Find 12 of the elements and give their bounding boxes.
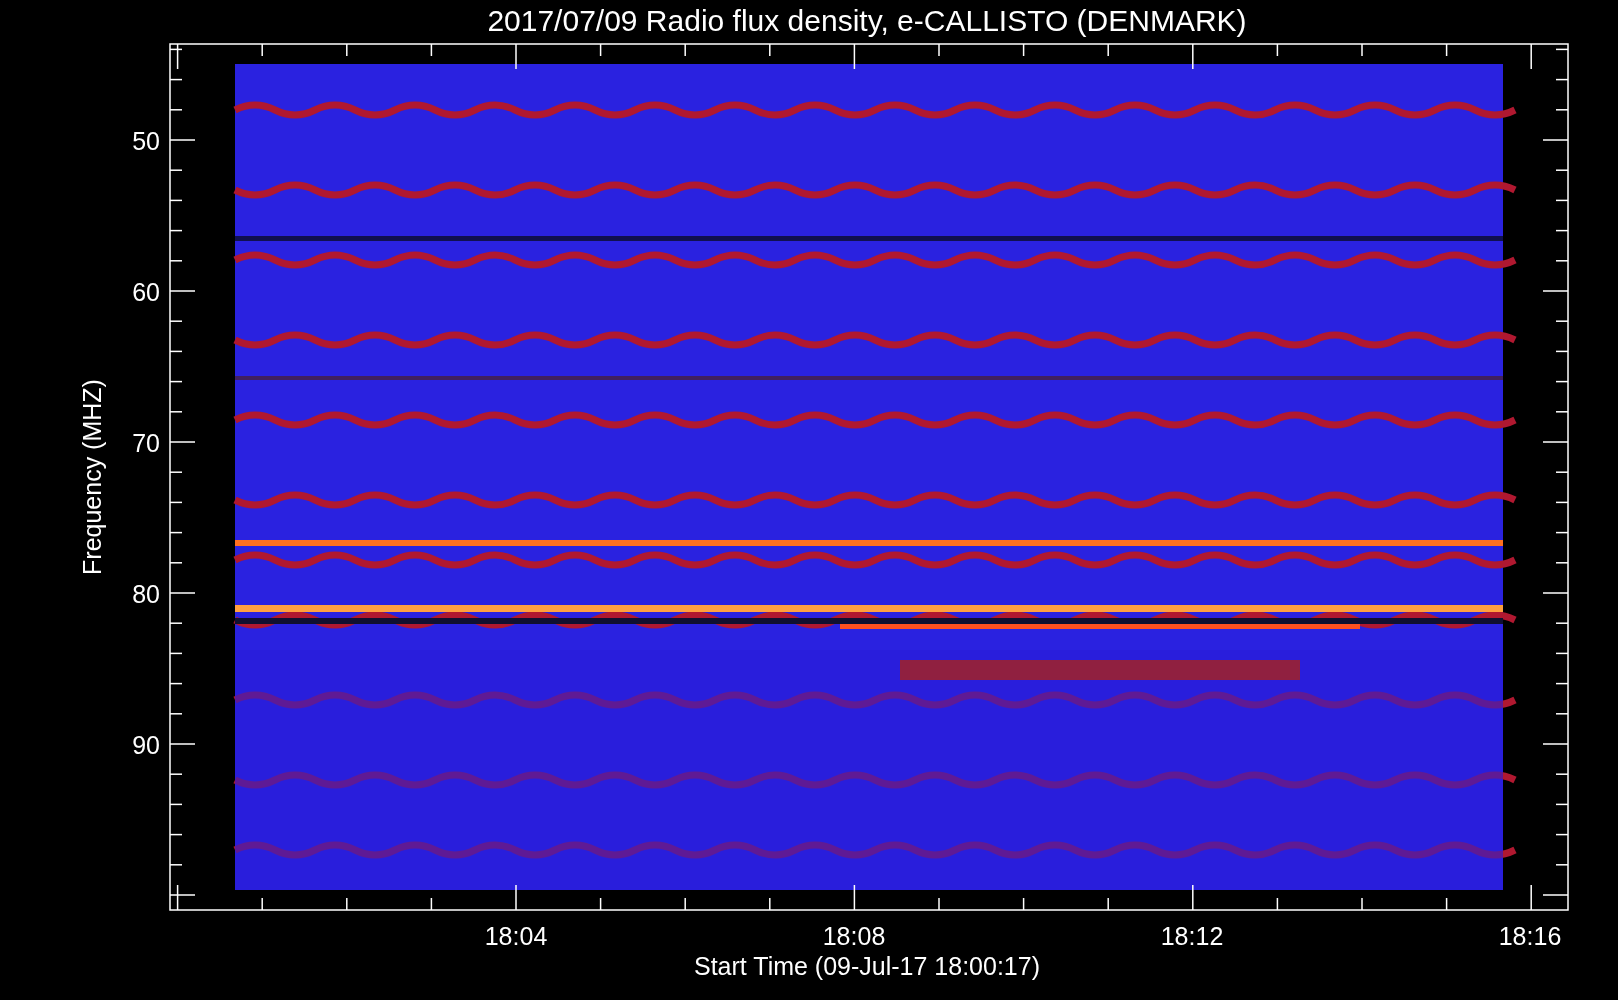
axis-label: Start Time (09-Jul-17 18:00:17) xyxy=(694,952,1040,980)
tick-label: 18:04 xyxy=(484,922,548,950)
tick-label: 18:12 xyxy=(1160,922,1224,950)
tick-label: 60 xyxy=(132,278,160,306)
tick-label: 18:16 xyxy=(1498,922,1562,950)
tick-label: 50 xyxy=(132,127,160,155)
tick-label: 70 xyxy=(132,429,160,457)
tick-label: 18:08 xyxy=(822,922,886,950)
tick-label: 80 xyxy=(132,580,160,608)
axis-label: Frequency (MHZ) xyxy=(78,379,106,575)
plot-title: 2017/07/09 Radio flux density, e-CALLISTO (DENMARK) xyxy=(487,4,1247,37)
tick-label: 90 xyxy=(132,731,160,759)
